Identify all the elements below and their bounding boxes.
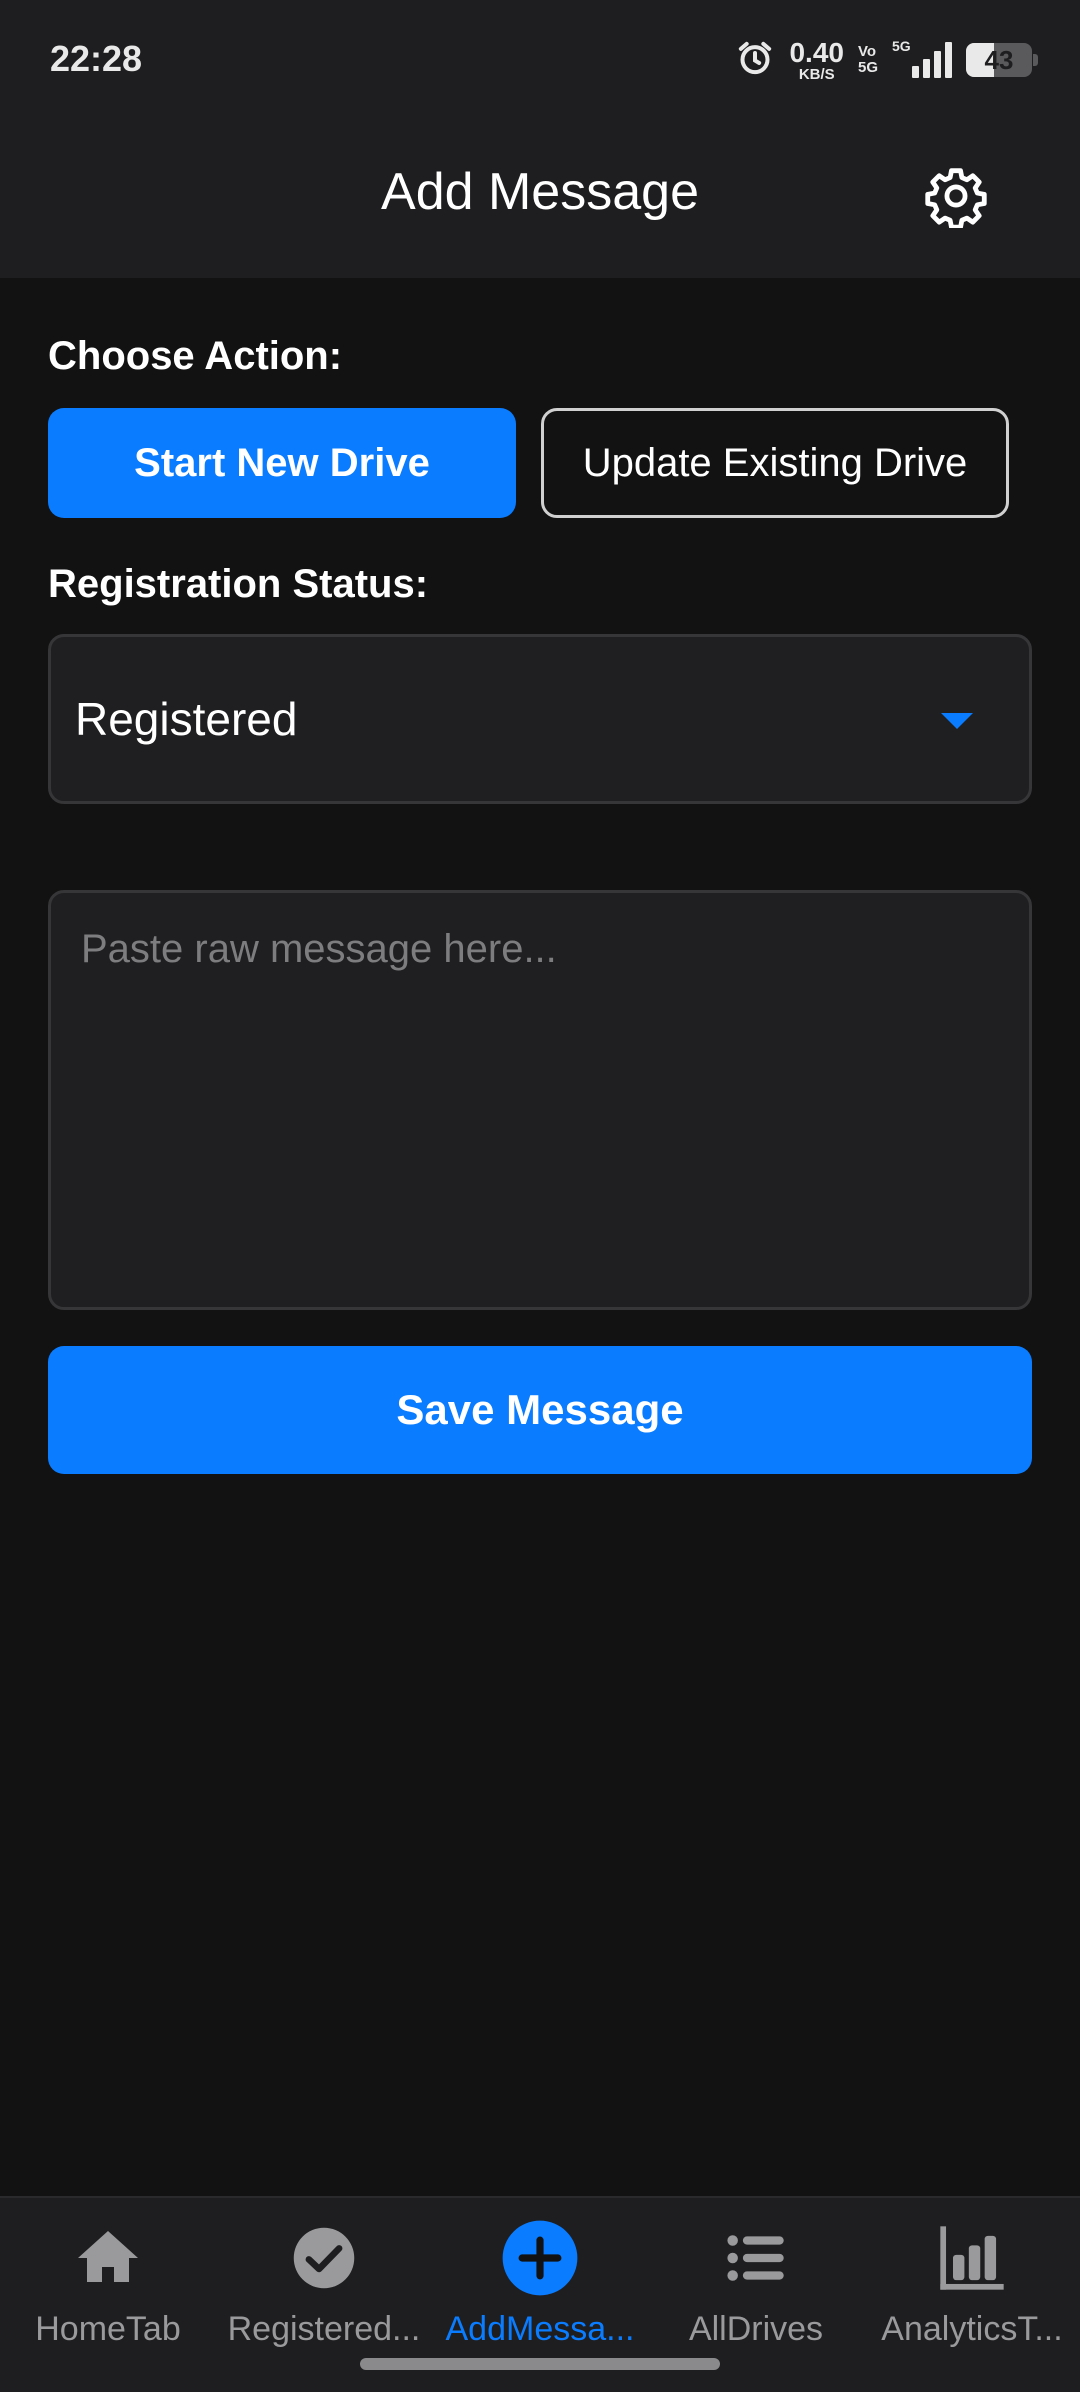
tab-home[interactable]: HomeTab <box>0 2218 216 2368</box>
home-indicator[interactable] <box>360 2358 720 2370</box>
signal-icon: 5G <box>892 38 952 78</box>
update-existing-drive-button[interactable]: Update Existing Drive <box>541 408 1009 518</box>
volte-top: Vo <box>857 43 877 61</box>
start-new-drive-button[interactable]: Start New Drive <box>48 408 516 518</box>
tab-registered[interactable]: Registered... <box>216 2218 432 2368</box>
tab-add-message[interactable]: AddMessa... <box>432 2218 648 2368</box>
tab-home-label: HomeTab <box>35 2310 181 2348</box>
raw-message-input[interactable] <box>48 890 1032 1310</box>
add-message-screen: 22:28 0.40 KB/S Vo 5G 5G 43 Add Message … <box>0 0 1080 2392</box>
volte-indicator: Vo 5G <box>858 44 878 76</box>
check-circle-icon <box>293 2227 355 2289</box>
choose-action-label: Choose Action: <box>48 334 343 378</box>
tab-analytics[interactable]: AnalyticsT... <box>864 2218 1080 2368</box>
status-time: 22:28 <box>50 38 143 79</box>
page-title: Add Message <box>381 163 699 221</box>
gear-icon <box>925 168 987 228</box>
battery-level: 43 <box>984 44 1014 75</box>
network-speed: 0.40 KB/S <box>789 36 844 83</box>
registration-status-dropdown[interactable]: Registered <box>48 634 1032 804</box>
save-message-button[interactable]: Save Message <box>48 1346 1032 1474</box>
tab-registered-label: Registered... <box>227 2310 421 2348</box>
tab-all-drives[interactable]: AllDrives <box>648 2218 864 2368</box>
registration-status-value: Registered <box>75 693 298 745</box>
home-icon <box>78 2231 138 2282</box>
top-bar: 22:28 0.40 KB/S Vo 5G 5G 43 Add Message <box>0 0 1080 278</box>
network-speed-unit: KB/S <box>798 65 835 83</box>
battery-icon: 43 <box>966 43 1038 77</box>
network-type: 5G <box>892 38 911 54</box>
volte-bottom: 5G <box>857 59 878 76</box>
tab-analytics-label: AnalyticsT... <box>881 2310 1063 2348</box>
status-icons: 0.40 KB/S Vo 5G 5G 43 <box>735 34 1038 86</box>
network-speed-value: 0.40 <box>789 36 844 68</box>
bar-chart-icon <box>940 2226 1004 2290</box>
tab-all-drives-label: AllDrives <box>688 2310 824 2348</box>
alarm-icon <box>735 38 775 83</box>
settings-button[interactable] <box>920 160 992 232</box>
caret-down-icon <box>941 713 973 729</box>
registration-status-label: Registration Status: <box>48 562 429 606</box>
plus-circle-icon <box>502 2220 578 2296</box>
tab-add-message-label: AddMessa... <box>445 2310 635 2348</box>
list-icon <box>727 2235 784 2281</box>
